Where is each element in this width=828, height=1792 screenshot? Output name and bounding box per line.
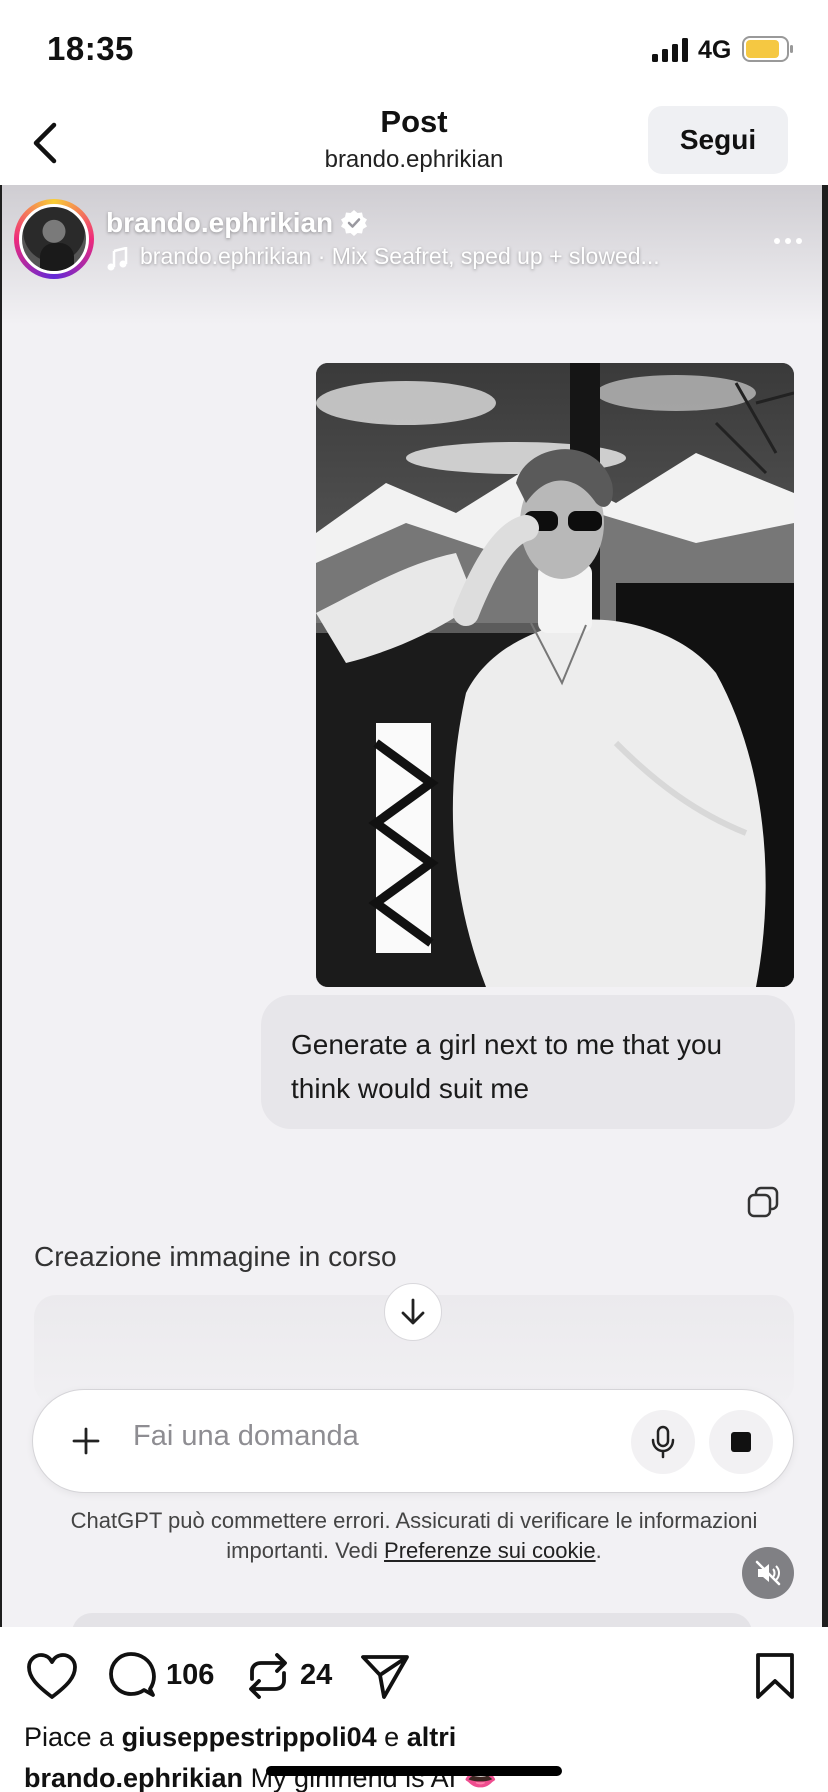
comment-icon[interactable] <box>108 1651 156 1701</box>
chat-composer: Fai una domanda <box>32 1389 794 1493</box>
copy-icon <box>747 1186 779 1218</box>
battery-icon <box>742 36 793 62</box>
post-header: Post brando.ephrikian Segui <box>0 100 828 185</box>
plus-icon <box>72 1427 100 1455</box>
arrow-down-icon <box>401 1298 425 1325</box>
audio-track-label[interactable]: brando.ephrikian · Mix Seafret, sped up … <box>140 243 660 270</box>
post-username[interactable]: brando.ephrikian <box>106 207 333 239</box>
microphone-icon <box>651 1425 675 1459</box>
generation-status-label: Creazione immagine in corso <box>34 1241 397 1272</box>
post-media[interactable]: brando.ephrikian brando.ephrikian · Mix … <box>0 185 828 1627</box>
likes-summary[interactable]: Piace a giuseppestrippoli04 e altri <box>24 1722 456 1753</box>
status-bar: 18:35 4G <box>0 0 828 100</box>
likes-others-link[interactable]: altri <box>407 1722 457 1752</box>
mic-button <box>631 1410 695 1474</box>
chat-disclaimer: ChatGPT può commettere errori. Assicurat… <box>70 1508 758 1563</box>
home-indicator <box>266 1766 562 1776</box>
post-actions: 106 24 <box>0 1627 828 1727</box>
heart-icon[interactable] <box>26 1652 78 1702</box>
stop-icon <box>731 1432 751 1452</box>
comment-count[interactable]: 106 <box>166 1659 214 1692</box>
portrait-photo-image <box>316 363 794 987</box>
send-icon[interactable] <box>360 1651 410 1701</box>
story-ring[interactable] <box>14 199 94 279</box>
chat-attached-photo <box>316 363 794 987</box>
cookie-preferences-link: Preferenze sui cookie <box>384 1538 596 1563</box>
verified-badge-icon <box>341 210 367 236</box>
music-note-icon <box>107 247 128 271</box>
caption-username[interactable]: brando.ephrikian <box>24 1763 243 1792</box>
chat-input-placeholder: Fai una domanda <box>133 1420 359 1452</box>
repost-count[interactable]: 24 <box>300 1659 332 1692</box>
add-attachment-button <box>57 1412 115 1470</box>
user-message-bubble: Generate a girl next to me that you thin… <box>261 995 795 1129</box>
status-time: 18:35 <box>47 30 134 67</box>
mute-toggle-button[interactable] <box>742 1547 794 1599</box>
follow-button[interactable]: Segui <box>648 106 788 174</box>
bookmark-icon[interactable] <box>752 1651 798 1701</box>
avatar <box>19 204 89 274</box>
liked-by-username[interactable]: giuseppestrippoli04 <box>122 1722 377 1752</box>
scroll-down-button <box>384 1283 442 1341</box>
signal-icon <box>652 38 688 62</box>
repost-icon[interactable] <box>244 1651 292 1701</box>
more-options-button[interactable] <box>768 231 808 251</box>
network-label: 4G <box>698 36 732 64</box>
speaker-muted-icon <box>755 1560 781 1586</box>
stop-generation-button <box>709 1410 773 1474</box>
